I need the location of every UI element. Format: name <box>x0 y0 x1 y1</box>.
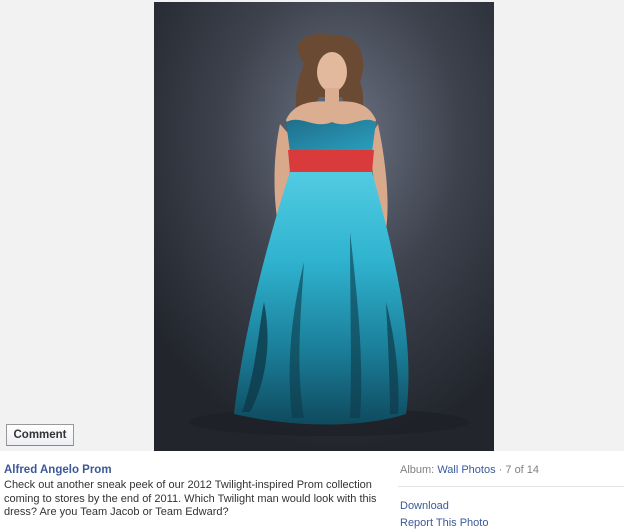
photo-viewer: Comment <box>0 0 624 451</box>
download-link[interactable]: Download <box>400 500 449 512</box>
owner-name-link[interactable]: Alfred Angelo Prom <box>4 464 112 476</box>
dress-photo-illustration <box>154 2 494 451</box>
album-link[interactable]: Wall Photos <box>437 464 495 476</box>
album-separator: · <box>495 464 506 476</box>
comment-button[interactable]: Comment <box>6 424 74 446</box>
album-info: Album: Wall Photos · 7 of 14 <box>400 464 539 476</box>
report-photo-link[interactable]: Report This Photo <box>400 517 488 529</box>
album-label: Album: <box>400 464 435 476</box>
photo-caption-area: Alfred Angelo Prom Check out another sne… <box>0 451 624 529</box>
photo-position: 7 of 14 <box>505 464 540 476</box>
divider <box>398 486 624 487</box>
caption-text: Check out another sneak peek of our 2012… <box>4 479 377 518</box>
photo[interactable] <box>154 2 494 451</box>
